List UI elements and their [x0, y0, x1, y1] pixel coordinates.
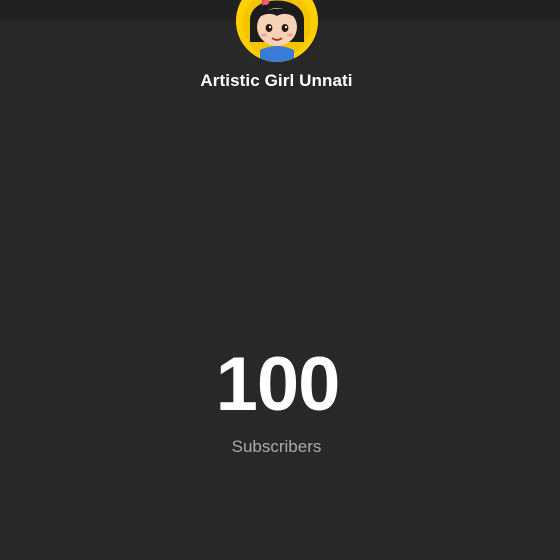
subscriber-counter-page: Artistic Girl Unnati 100 Subscribers: [0, 0, 560, 560]
cartoon-girl-avatar-icon: [236, 0, 318, 62]
channel-avatar[interactable]: [236, 0, 318, 62]
channel-name[interactable]: Artistic Girl Unnati: [0, 71, 553, 91]
subscriber-label: Subscribers: [231, 437, 322, 456]
subscriber-count: 100: [215, 342, 341, 427]
